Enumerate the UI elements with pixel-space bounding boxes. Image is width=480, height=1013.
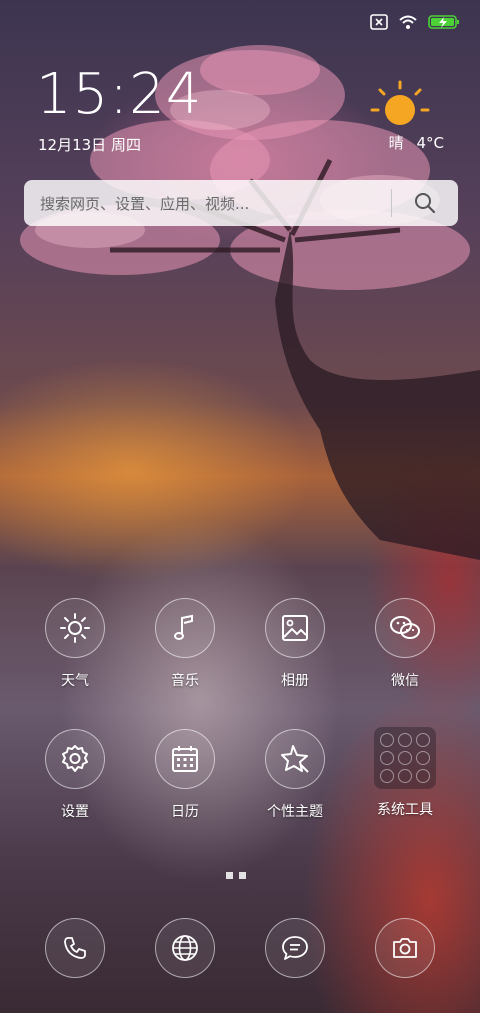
app-themes-circle[interactable] — [265, 729, 325, 789]
app-music-circle[interactable] — [155, 598, 215, 658]
app-weather-circle[interactable] — [45, 598, 105, 658]
gear-icon — [62, 745, 88, 772]
app-label: 微信 — [391, 673, 419, 689]
app-music[interactable]: 音乐 — [135, 598, 235, 690]
gallery-icon — [282, 615, 308, 641]
sun-outline-icon — [60, 613, 90, 643]
app-wechat-circle[interactable] — [375, 598, 435, 658]
status-bar — [370, 14, 460, 30]
music-note-icon — [174, 614, 193, 640]
app-label: 天气 — [61, 673, 89, 689]
app-settings[interactable]: 设置 — [25, 729, 125, 821]
search-icon — [415, 193, 436, 214]
app-system-tools-folder[interactable]: 系统工具 — [355, 727, 455, 819]
app-gallery[interactable]: 相册 — [245, 598, 345, 690]
app-gallery-circle[interactable] — [265, 598, 325, 658]
weather-condition: 晴 — [388, 134, 404, 152]
date-label[interactable]: 12月13日 周四 — [38, 134, 141, 155]
folder-icon[interactable] — [374, 727, 436, 789]
page-dot — [239, 872, 246, 879]
dock-messages-circle[interactable] — [265, 918, 325, 978]
app-label: 设置 — [61, 804, 89, 820]
dock-camera[interactable] — [355, 918, 455, 978]
wifi-icon — [399, 15, 417, 29]
dock-phone-circle[interactable] — [45, 918, 105, 978]
camera-icon — [393, 938, 417, 958]
app-label: 日历 — [171, 804, 199, 820]
dock-browser[interactable] — [135, 918, 235, 978]
wechat-icon — [390, 616, 420, 639]
sim-none-icon — [370, 14, 388, 30]
app-calendar[interactable]: 日历 — [135, 729, 235, 821]
dock-phone[interactable] — [25, 918, 125, 978]
theme-star-icon — [281, 745, 309, 773]
app-weather[interactable]: 天气 — [25, 598, 125, 690]
dock-camera-circle[interactable] — [375, 918, 435, 978]
dock-messages[interactable] — [245, 918, 345, 978]
app-label: 系统工具 — [377, 802, 433, 818]
app-calendar-circle[interactable] — [155, 729, 215, 789]
phone-icon — [64, 937, 86, 959]
app-label: 音乐 — [171, 673, 199, 689]
search-input[interactable]: 搜索网页、设置、应用、视频... — [24, 193, 391, 214]
page-indicator — [226, 872, 246, 879]
battery-charging-icon — [428, 15, 459, 29]
page-dot — [226, 872, 233, 879]
search-bar[interactable]: 搜索网页、设置、应用、视频... — [24, 180, 458, 226]
message-icon — [282, 936, 308, 960]
app-label: 个性主题 — [267, 804, 323, 820]
clock-time[interactable]: 15:24 — [36, 62, 202, 127]
app-themes[interactable]: 个性主题 — [245, 729, 345, 821]
weather-temperature: 4°C — [416, 134, 444, 152]
app-settings-circle[interactable] — [45, 729, 105, 789]
dock-browser-circle[interactable] — [155, 918, 215, 978]
sun-icon — [370, 80, 430, 125]
globe-icon — [172, 935, 198, 961]
app-wechat[interactable]: 微信 — [355, 598, 455, 690]
app-label: 相册 — [281, 673, 309, 689]
search-button[interactable] — [392, 180, 458, 226]
calendar-icon — [172, 746, 198, 772]
